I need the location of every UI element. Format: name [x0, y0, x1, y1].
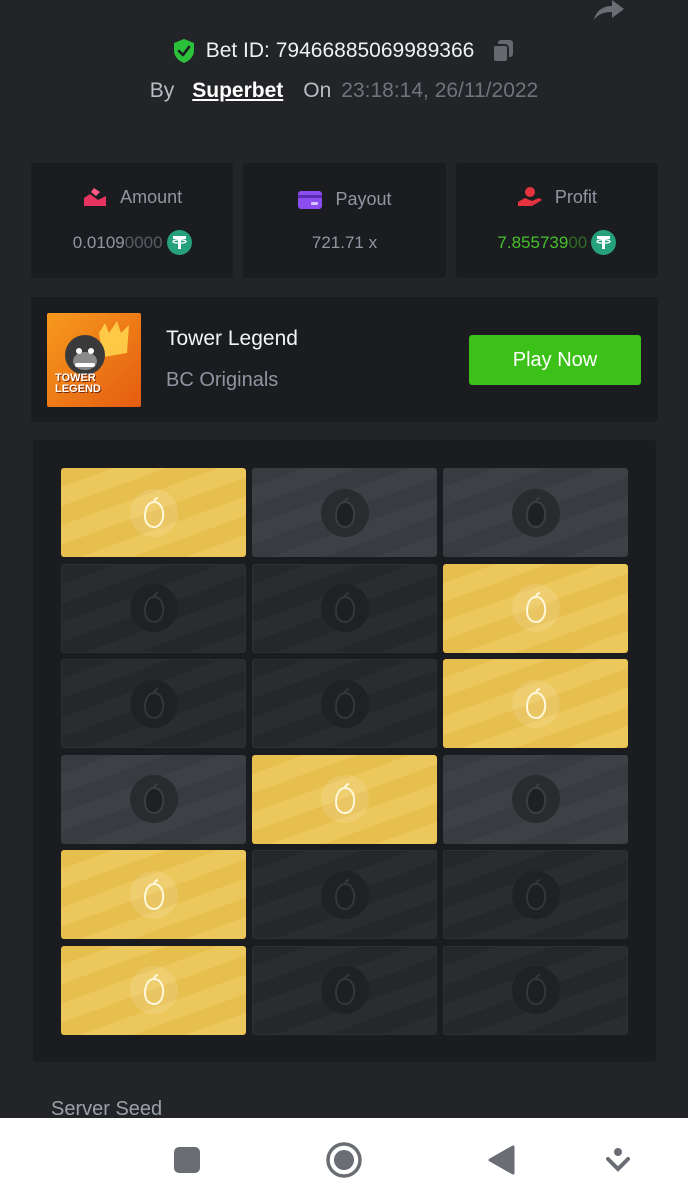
tile-r6-c1 — [61, 945, 246, 1035]
square-icon — [174, 1147, 200, 1173]
profit-icon — [517, 187, 542, 206]
tile-r1-c1 — [61, 468, 246, 557]
card-icon — [298, 190, 323, 209]
tile-r4-c1 — [61, 754, 246, 844]
thumbnail-title: TOWER LEGEND — [55, 372, 101, 395]
tile-r3-c3 — [443, 659, 628, 748]
egg-icon — [320, 679, 369, 728]
android-nav-bar — [0, 1118, 688, 1200]
tile-r2-c1 — [61, 563, 246, 653]
egg-icon — [320, 966, 369, 1014]
tower-board — [33, 440, 656, 1062]
egg-icon — [511, 775, 560, 823]
profit-label: Profit — [554, 186, 597, 207]
egg-icon — [129, 775, 178, 823]
game-card: TOWER LEGEND Tower Legend BC Originals Pl… — [31, 297, 658, 422]
payout-stat: Payout 721.71 x — [243, 163, 446, 278]
by-label: By — [149, 79, 175, 102]
payout-value: 721.71 x — [311, 232, 378, 252]
egg-icon — [129, 488, 178, 537]
bet-timestamp: 23:18:14, 26/11/2022 — [341, 79, 539, 102]
egg-icon — [129, 966, 178, 1014]
shield-check-icon — [173, 39, 194, 63]
usdt-icon — [166, 230, 192, 255]
tile-r6-c2 — [252, 945, 437, 1035]
tile-r3-c1 — [61, 659, 246, 748]
copy-icon[interactable] — [490, 38, 516, 64]
tile-r1-c3 — [443, 468, 628, 557]
play-now-button[interactable]: Play Now — [469, 335, 641, 385]
egg-icon — [320, 775, 369, 823]
site-link[interactable]: Superbet — [192, 79, 283, 103]
chevron-down-icon — [606, 1148, 630, 1172]
back-triangle-icon — [488, 1145, 515, 1175]
egg-icon — [511, 488, 560, 537]
tile-r5-c1 — [61, 850, 246, 939]
tile-r2-c3 — [443, 563, 628, 653]
amount-label: Amount — [120, 186, 183, 207]
egg-icon — [511, 679, 560, 728]
tile-r2-c2 — [252, 563, 437, 653]
amount-icon — [84, 188, 107, 206]
bet-id-value: 79466885069989366 — [275, 39, 475, 62]
game-thumbnail[interactable]: TOWER LEGEND — [47, 313, 141, 407]
bet-meta-row: By Superbet On 23:18:14, 26/11/2022 — [0, 76, 688, 106]
tile-r1-c2 — [252, 468, 437, 557]
profit-value: 7.85573900 — [497, 232, 588, 252]
tile-r5-c2 — [252, 850, 437, 939]
bet-stats: Amount 0.01090000 Payout 721.71 x Profit… — [31, 163, 658, 278]
on-label: On — [303, 79, 332, 102]
bet-id-row: Bet ID: 79466885069989366 — [0, 36, 688, 66]
egg-icon — [320, 488, 369, 537]
back-button[interactable] — [481, 1140, 521, 1180]
game-title: Tower Legend — [166, 327, 298, 350]
game-provider: BC Originals — [166, 369, 279, 391]
egg-icon — [320, 870, 369, 919]
tile-r5-c3 — [443, 850, 628, 939]
tile-r4-c2 — [252, 754, 437, 844]
egg-icon — [511, 584, 560, 632]
tile-r4-c3 — [443, 754, 628, 844]
egg-icon — [511, 966, 560, 1014]
egg-icon — [129, 679, 178, 728]
egg-icon — [129, 870, 178, 919]
tile-r6-c3 — [443, 945, 628, 1035]
home-button[interactable] — [324, 1140, 364, 1180]
usdt-icon — [591, 230, 617, 255]
amount-stat: Amount 0.01090000 — [31, 163, 234, 278]
recent-apps-button[interactable] — [167, 1140, 207, 1180]
tile-r3-c2 — [252, 659, 437, 748]
home-circle-icon — [326, 1142, 362, 1178]
tile-grid — [61, 468, 628, 1035]
payout-label: Payout — [335, 189, 392, 209]
profit-stat: Profit 7.85573900 — [455, 163, 658, 278]
bet-id-label: Bet ID: 79466885069989366 — [205, 39, 475, 62]
amount-value: 0.01090000 — [72, 232, 163, 252]
egg-icon — [320, 584, 369, 632]
share-icon[interactable] — [590, 0, 626, 20]
egg-icon — [511, 870, 560, 919]
egg-icon — [129, 584, 178, 632]
hide-nav-button[interactable] — [598, 1140, 638, 1180]
